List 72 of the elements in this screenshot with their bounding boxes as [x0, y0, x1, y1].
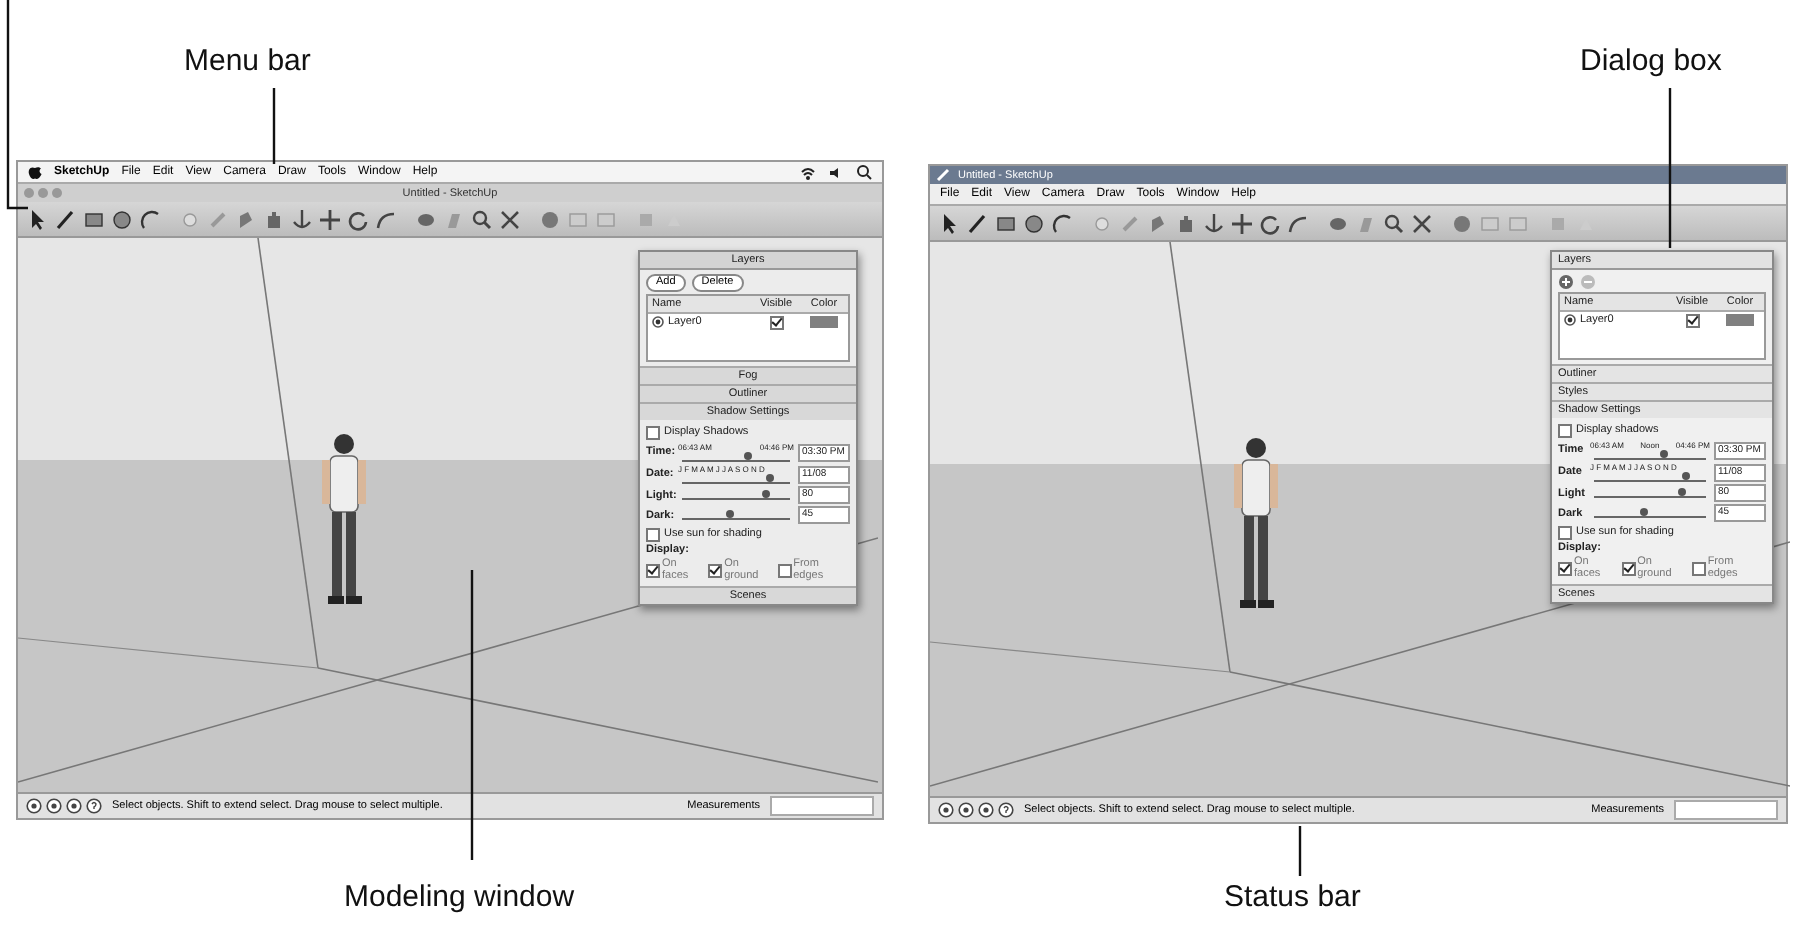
light-slider[interactable]	[682, 490, 790, 500]
arc-icon[interactable]	[138, 207, 162, 231]
wifi-icon	[800, 165, 816, 179]
measurements-field[interactable]	[770, 796, 874, 816]
tool-icon[interactable]	[538, 207, 562, 231]
callout-label: Menu bar	[184, 44, 311, 78]
callout-label: Dialog box	[1580, 44, 1722, 78]
slider-thumb[interactable]	[1681, 472, 1690, 480]
checkbox[interactable]	[646, 527, 660, 541]
time-slider[interactable]	[682, 452, 790, 462]
tool-icon[interactable]	[1450, 211, 1474, 235]
tool-icon[interactable]	[374, 207, 398, 231]
apple-logo-icon	[28, 164, 42, 180]
zoom-icon[interactable]	[1382, 211, 1406, 235]
rectangle-icon[interactable]	[994, 211, 1018, 235]
checkbox[interactable]	[1558, 525, 1572, 539]
move-icon[interactable]	[1230, 211, 1254, 235]
checkbox[interactable]	[1691, 561, 1706, 575]
pencil-icon[interactable]	[54, 207, 78, 231]
tool-icon[interactable]	[1286, 211, 1310, 235]
circle-icon[interactable]	[1022, 211, 1046, 235]
cursor-icon[interactable]	[938, 211, 962, 235]
slider-thumb[interactable]	[1659, 450, 1668, 458]
checkbox[interactable]	[1558, 561, 1572, 575]
callout-label: Status bar	[1224, 880, 1361, 914]
arc-icon[interactable]	[1050, 211, 1074, 235]
radio-icon	[652, 316, 664, 328]
rotate-icon[interactable]	[1258, 211, 1282, 235]
checkbox[interactable]	[1621, 561, 1636, 575]
layer-color-swatch[interactable]	[810, 316, 838, 328]
tool-icon[interactable]	[1146, 211, 1170, 235]
anchor-icon[interactable]	[290, 207, 314, 231]
slider-thumb[interactable]	[726, 510, 735, 518]
app-icon	[936, 168, 950, 182]
light-slider[interactable]	[1594, 488, 1706, 498]
measurements-field[interactable]	[1674, 800, 1778, 820]
zoom-extents-icon[interactable]	[1410, 211, 1434, 235]
checkbox[interactable]	[708, 563, 723, 577]
slider-thumb[interactable]	[744, 452, 753, 460]
radio-icon	[1564, 314, 1576, 326]
slider-thumb[interactable]	[1677, 488, 1686, 496]
checkbox[interactable]	[1558, 423, 1572, 437]
anchor-icon[interactable]	[1202, 211, 1226, 235]
dark-slider[interactable]	[682, 510, 790, 520]
circle-icon[interactable]	[110, 207, 134, 231]
checkbox[interactable]	[777, 563, 792, 577]
dark-slider[interactable]	[1594, 508, 1706, 518]
speaker-icon	[828, 165, 844, 179]
search-icon	[856, 164, 872, 180]
checkbox[interactable]	[769, 315, 783, 329]
zoom-icon[interactable]	[470, 207, 494, 231]
date-slider[interactable]	[682, 474, 790, 484]
leader-line	[1298, 826, 1302, 876]
checkbox[interactable]	[646, 425, 660, 439]
rectangle-icon[interactable]	[82, 207, 106, 231]
time-slider[interactable]	[1594, 450, 1706, 460]
tool-icon[interactable]	[234, 207, 258, 231]
cursor-icon[interactable]	[26, 207, 50, 231]
callout-label: Modeling window	[344, 880, 575, 914]
help-icon	[86, 798, 102, 814]
pencil-icon[interactable]	[966, 211, 990, 235]
checkbox[interactable]	[1685, 313, 1699, 327]
help-icon	[998, 802, 1014, 818]
date-slider[interactable]	[1594, 472, 1706, 482]
slider-thumb[interactable]	[1640, 508, 1649, 516]
checkbox[interactable]	[646, 563, 660, 577]
move-icon[interactable]	[318, 207, 342, 231]
slider-thumb[interactable]	[766, 474, 775, 482]
zoom-extents-icon[interactable]	[498, 207, 522, 231]
rotate-icon[interactable]	[346, 207, 370, 231]
slider-thumb[interactable]	[762, 490, 771, 498]
layer-color-swatch[interactable]	[1726, 314, 1754, 326]
